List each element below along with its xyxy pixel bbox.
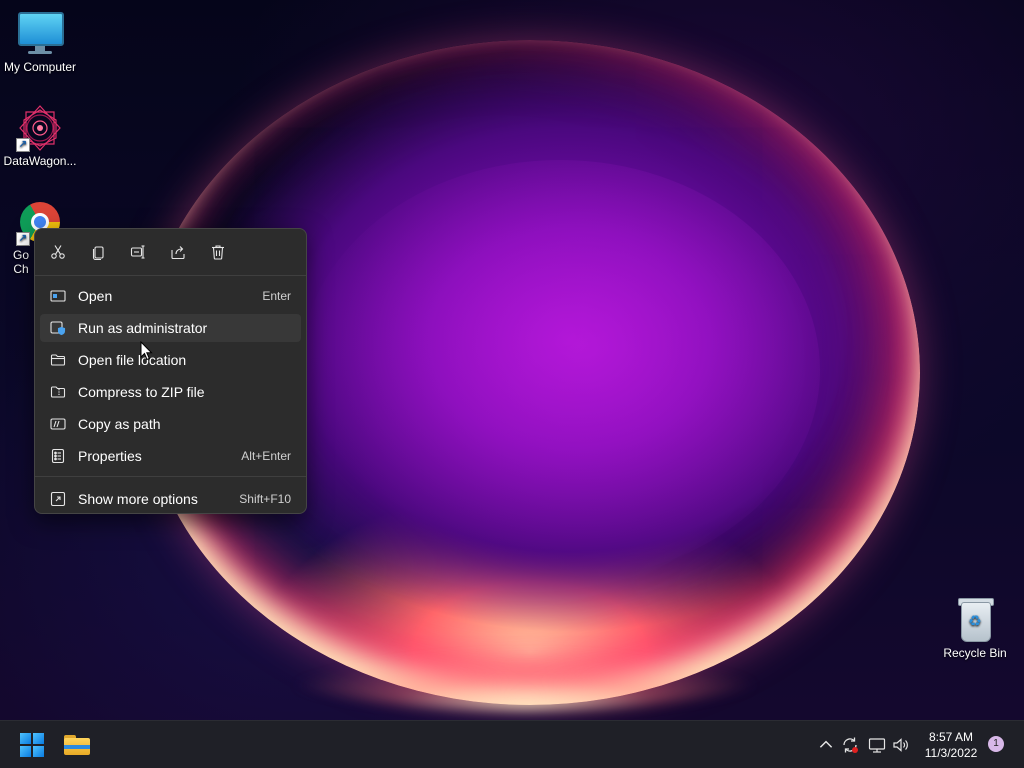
sync-status-button[interactable] [840,735,860,755]
context-menu-toolbar [35,229,306,276]
file-explorer-icon [64,735,90,755]
menu-item-label: Copy as path [78,416,161,432]
menu-item-open[interactable]: Open Enter [40,282,301,310]
desktop-icon-label: Recycle Bin [943,646,1007,660]
more-options-icon [50,491,66,507]
cut-button[interactable] [47,241,69,263]
menu-item-label: Open file location [78,352,187,368]
menu-item-compress-to-zip[interactable]: Compress to ZIP file [40,378,301,406]
show-hidden-icons-button[interactable] [816,735,836,755]
menu-item-copy-as-path[interactable]: Copy as path [40,410,301,438]
windows-logo-icon [20,733,44,757]
recycle-bin-icon: ♻ [951,596,999,644]
path-icon [50,416,66,432]
wallpaper-orb-rim [175,520,875,710]
taskbar: 8:57 AM 11/3/2022 1 [0,720,1024,768]
taskbar-clock[interactable]: 8:57 AM 11/3/2022 [916,729,986,761]
sync-icon [843,737,858,753]
mouse-cursor-icon [140,341,153,361]
menu-item-shortcut: Enter [262,289,291,303]
copy-button[interactable] [87,241,109,263]
menu-item-open-file-location[interactable]: Open file location [40,346,301,374]
desktop-icon-datawagon[interactable]: ↗ DataWagon... [0,104,80,168]
desktop-icon-label: DataWagon... [3,154,77,168]
volume-button[interactable] [891,735,911,755]
start-button[interactable] [12,725,52,765]
menu-item-label: Run as administrator [78,320,208,336]
chevron-up-icon [819,740,833,748]
share-button[interactable] [167,241,189,263]
menu-item-label: Open [78,288,113,304]
copy-icon [92,246,104,260]
desktop-icon-label: Go Ch [12,248,29,276]
open-icon [50,288,66,304]
menu-item-shortcut: Shift+F10 [239,492,291,506]
zip-icon [50,384,66,400]
menu-item-label: Compress to ZIP file [78,384,205,400]
context-menu: Open Enter Run as administrator Open fil… [34,228,307,514]
properties-icon [50,448,66,464]
menu-item-label: Show more options [78,491,198,507]
clock-time: 8:57 AM [928,730,974,744]
wallpaper-orb-glow [300,160,820,580]
rename-button[interactable] [127,241,149,263]
monitor-icon [16,10,64,58]
admin-shield-icon [50,320,66,336]
delete-button[interactable] [207,241,229,263]
folder-icon [50,352,66,368]
volume-icon [893,738,908,752]
shortcut-arrow-icon: ↗ [16,232,30,246]
scissors-icon [51,245,65,259]
desktop-icon-label: My Computer [3,60,77,74]
file-explorer-button[interactable] [57,725,97,765]
network-icon [868,738,886,753]
menu-separator [35,476,306,477]
desktop-icon-recycle-bin[interactable]: ♻ Recycle Bin [935,596,1015,660]
trash-icon [212,245,224,260]
network-button[interactable] [867,735,887,755]
notification-badge[interactable]: 1 [988,736,1004,752]
share-icon [171,246,185,260]
menu-item-run-as-administrator[interactable]: Run as administrator [40,314,301,342]
datawagon-icon: ↗ [16,104,64,152]
rename-icon [130,245,145,259]
menu-item-properties[interactable]: Properties Alt+Enter [40,442,301,470]
menu-item-shortcut: Alt+Enter [241,449,291,463]
desktop-icon-my-computer[interactable]: My Computer [0,10,80,74]
menu-item-show-more-options[interactable]: Show more options Shift+F10 [40,485,301,513]
clock-date: 11/3/2022 [924,746,978,760]
menu-item-label: Properties [78,448,142,464]
shortcut-arrow-icon: ↗ [16,138,30,152]
